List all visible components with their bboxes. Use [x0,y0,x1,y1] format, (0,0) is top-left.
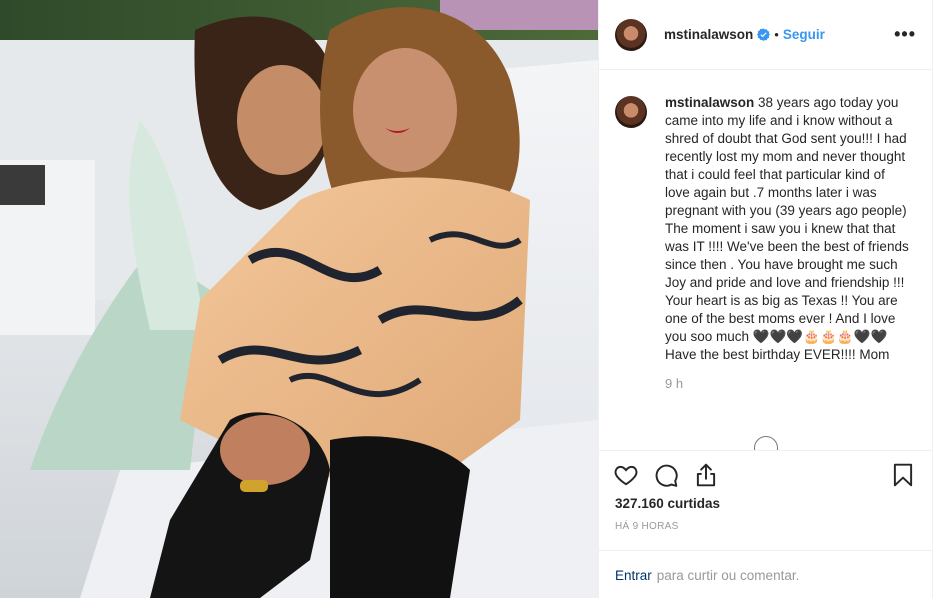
load-more-comments-icon[interactable] [754,436,778,450]
caption-username[interactable]: mstinalawson [665,95,754,110]
caption-row: mstinalawson 38 years ago today you came… [615,94,916,364]
caption-body: 38 years ago today you came into my life… [665,95,913,362]
follow-button[interactable]: Seguir [783,27,825,42]
author-username[interactable]: mstinalawson [664,27,753,42]
likes-count[interactable]: 327.160 curtidas [615,496,720,511]
comment-prompt-text: para curtir ou comentar. [656,567,800,583]
caption-relative-time: 9 h [665,376,684,391]
comments-area[interactable]: mstinalawson 38 years ago today you came… [599,70,932,450]
caption-text-block: mstinalawson 38 years ago today you came… [665,94,913,364]
login-link[interactable]: Entrar [615,568,652,583]
post-side-panel: mstinalawson • Seguir ••• mstinalawson 3… [598,0,933,598]
share-icon[interactable] [693,462,719,488]
caption-avatar[interactable] [615,96,647,128]
heart-icon[interactable] [613,462,639,488]
add-comment-bar: Entrar para curtir ou comentar. [599,550,932,599]
author-avatar[interactable] [615,18,647,51]
more-options-icon[interactable]: ••• [894,24,916,45]
bookmark-icon[interactable] [890,462,916,488]
post-header: mstinalawson • Seguir ••• [599,0,932,70]
photo-illustration [0,0,598,598]
comment-bubble-icon[interactable] [653,462,679,488]
post-photo[interactable] [0,0,598,598]
header-separator-dot: • [774,27,779,42]
verified-badge-icon [757,28,771,41]
action-bar [599,450,932,499]
post-timestamp[interactable]: HÁ 9 HORAS [615,521,679,532]
